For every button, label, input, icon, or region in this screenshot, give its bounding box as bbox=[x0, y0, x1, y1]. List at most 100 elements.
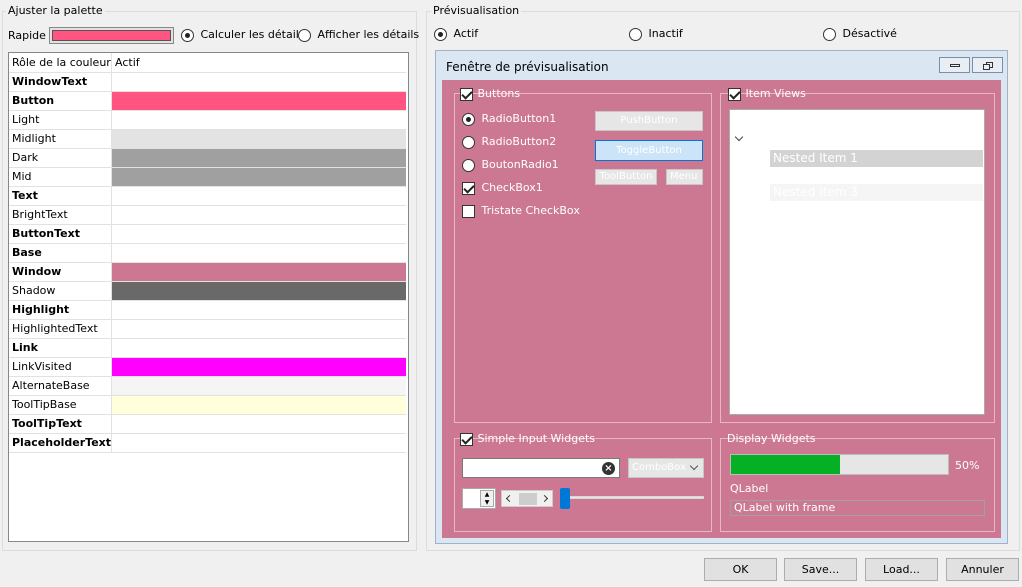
table-row[interactable]: Link bbox=[9, 338, 406, 358]
buttons-group-label: Buttons bbox=[477, 87, 521, 100]
chevron-right-icon[interactable] bbox=[540, 494, 549, 503]
role-color-swatch[interactable] bbox=[111, 72, 406, 92]
tool-button[interactable]: ToolButton bbox=[595, 169, 657, 185]
checkbox-indicator bbox=[460, 87, 473, 101]
table-row[interactable]: HighlightedText bbox=[9, 319, 406, 339]
role-color-swatch[interactable] bbox=[111, 300, 406, 320]
scrollbar-thumb[interactable] bbox=[519, 493, 537, 505]
horizontal-scrollbar[interactable] bbox=[501, 490, 553, 507]
table-row[interactable]: Highlight bbox=[9, 300, 406, 320]
table-row[interactable]: BrightText bbox=[9, 205, 406, 225]
role-name: HighlightedText bbox=[9, 319, 113, 339]
clear-icon[interactable]: × bbox=[602, 462, 615, 475]
ok-button[interactable]: OK bbox=[704, 558, 777, 581]
table-row[interactable]: ToolTipText bbox=[9, 414, 406, 434]
progress-text: 50% bbox=[955, 459, 980, 472]
quick-color-button[interactable] bbox=[49, 27, 174, 44]
tree-item[interactable]: Nested Item 3 bbox=[770, 184, 983, 201]
table-row[interactable]: AlternateBase bbox=[9, 376, 406, 396]
table-row[interactable]: ButtonText bbox=[9, 224, 406, 244]
table-row[interactable]: Text bbox=[9, 186, 406, 206]
role-name: PlaceholderText bbox=[9, 433, 113, 453]
menu-button[interactable]: Menu bbox=[666, 169, 703, 185]
minimize-button[interactable] bbox=[939, 57, 970, 73]
chevron-down-icon[interactable] bbox=[734, 132, 744, 142]
load-button[interactable]: Load... bbox=[865, 558, 938, 581]
table-row[interactable]: WindowText bbox=[9, 72, 406, 92]
radio-button-1-label: RadioButton1 bbox=[481, 112, 557, 125]
compute-details-radio[interactable]: Calculer les détails bbox=[181, 28, 305, 42]
tristate-checkbox[interactable]: Tristate CheckBox bbox=[462, 204, 580, 218]
role-color-swatch[interactable] bbox=[111, 91, 406, 111]
radio-button-1[interactable]: RadioButton1 bbox=[462, 112, 556, 126]
table-row[interactable]: Mid bbox=[9, 167, 406, 187]
role-color-swatch[interactable] bbox=[111, 414, 406, 434]
radio-indicator bbox=[823, 27, 836, 41]
buttons-group-checkbox[interactable]: Buttons bbox=[460, 87, 520, 101]
qlabel-frame: QLabel with frame bbox=[730, 500, 985, 516]
role-color-swatch[interactable] bbox=[111, 376, 406, 396]
role-color-swatch[interactable] bbox=[111, 319, 406, 339]
radio-button-2-label: RadioButton2 bbox=[481, 135, 557, 148]
table-row[interactable]: Midlight bbox=[9, 129, 406, 149]
role-color-swatch[interactable] bbox=[111, 262, 406, 282]
slider-handle[interactable] bbox=[560, 488, 570, 509]
table-row[interactable]: ToolTipBase bbox=[9, 395, 406, 415]
role-color-swatch[interactable] bbox=[111, 243, 406, 263]
chevron-left-icon[interactable] bbox=[505, 494, 514, 503]
table-row[interactable]: Window bbox=[9, 262, 406, 282]
spin-buttons[interactable]: ▲ ▼ bbox=[480, 490, 494, 507]
preview-disabled-radio[interactable]: Désactivé bbox=[823, 27, 897, 41]
radio-button-3[interactable]: BoutonRadio1 bbox=[462, 158, 559, 172]
table-row[interactable]: Button bbox=[9, 91, 406, 111]
table-row[interactable]: Shadow bbox=[9, 281, 406, 301]
role-color-swatch[interactable] bbox=[111, 129, 406, 149]
radio-button-2[interactable]: RadioButton2 bbox=[462, 135, 556, 149]
spin-box[interactable]: ▲ ▼ bbox=[462, 488, 496, 509]
role-name: Light bbox=[9, 110, 113, 130]
toggle-button[interactable]: ToggleButton bbox=[595, 140, 703, 161]
role-color-swatch[interactable] bbox=[111, 110, 406, 130]
role-color-swatch[interactable] bbox=[111, 395, 406, 415]
preview-window: Fenêtre de prévisualisation Buttons Radi… bbox=[435, 50, 1008, 544]
role-color-swatch[interactable] bbox=[111, 281, 406, 301]
table-row[interactable]: Base bbox=[9, 243, 406, 263]
restore-icon bbox=[983, 62, 993, 70]
role-color-swatch[interactable] bbox=[111, 338, 406, 358]
save-button[interactable]: Save... bbox=[784, 558, 857, 581]
checkbox-1[interactable]: CheckBox1 bbox=[462, 181, 543, 195]
preview-active-radio[interactable]: Actif bbox=[434, 27, 478, 41]
preview-inactive-radio[interactable]: Inactif bbox=[629, 27, 683, 41]
tree-item[interactable]: Nested Item 1 bbox=[770, 150, 983, 167]
item-views-checkbox[interactable]: Item Views bbox=[728, 87, 806, 101]
preview-disabled-label: Désactivé bbox=[842, 27, 897, 40]
role-color-swatch[interactable] bbox=[111, 148, 406, 168]
role-color-swatch[interactable] bbox=[111, 357, 406, 377]
preview-inactive-label: Inactif bbox=[648, 27, 683, 40]
show-details-radio[interactable]: Afficher les détails bbox=[298, 28, 419, 42]
table-row[interactable]: LinkVisited bbox=[9, 357, 406, 377]
push-button[interactable]: PushButton bbox=[595, 111, 703, 131]
role-color-swatch[interactable] bbox=[111, 433, 406, 453]
role-color-swatch[interactable] bbox=[111, 186, 406, 206]
combo-box[interactable]: ComboBox bbox=[628, 458, 704, 478]
simple-input-label: Simple Input Widgets bbox=[477, 432, 596, 445]
simple-input-checkbox[interactable]: Simple Input Widgets bbox=[460, 432, 595, 446]
role-color-swatch[interactable] bbox=[111, 205, 406, 225]
tree-view[interactable]: Nested Item 1 Nested Item 3 bbox=[729, 109, 985, 415]
cancel-button[interactable]: Annuler bbox=[946, 558, 1019, 581]
table-row[interactable]: Dark bbox=[9, 148, 406, 168]
tristate-checkbox-label: Tristate CheckBox bbox=[481, 204, 580, 217]
checkbox-1-label: CheckBox1 bbox=[481, 181, 543, 194]
display-group-title: Display Widgets bbox=[727, 432, 816, 445]
radio-indicator bbox=[298, 28, 311, 42]
role-color-swatch[interactable] bbox=[111, 224, 406, 244]
role-name: Window bbox=[9, 262, 113, 282]
slider-track[interactable] bbox=[560, 496, 704, 499]
role-color-swatch[interactable] bbox=[111, 167, 406, 187]
table-row[interactable]: Light bbox=[9, 110, 406, 130]
table-row[interactable]: PlaceholderText bbox=[9, 433, 406, 453]
restore-button[interactable] bbox=[972, 57, 1003, 73]
line-edit[interactable]: × bbox=[462, 458, 620, 478]
role-name: Dark bbox=[9, 148, 113, 168]
